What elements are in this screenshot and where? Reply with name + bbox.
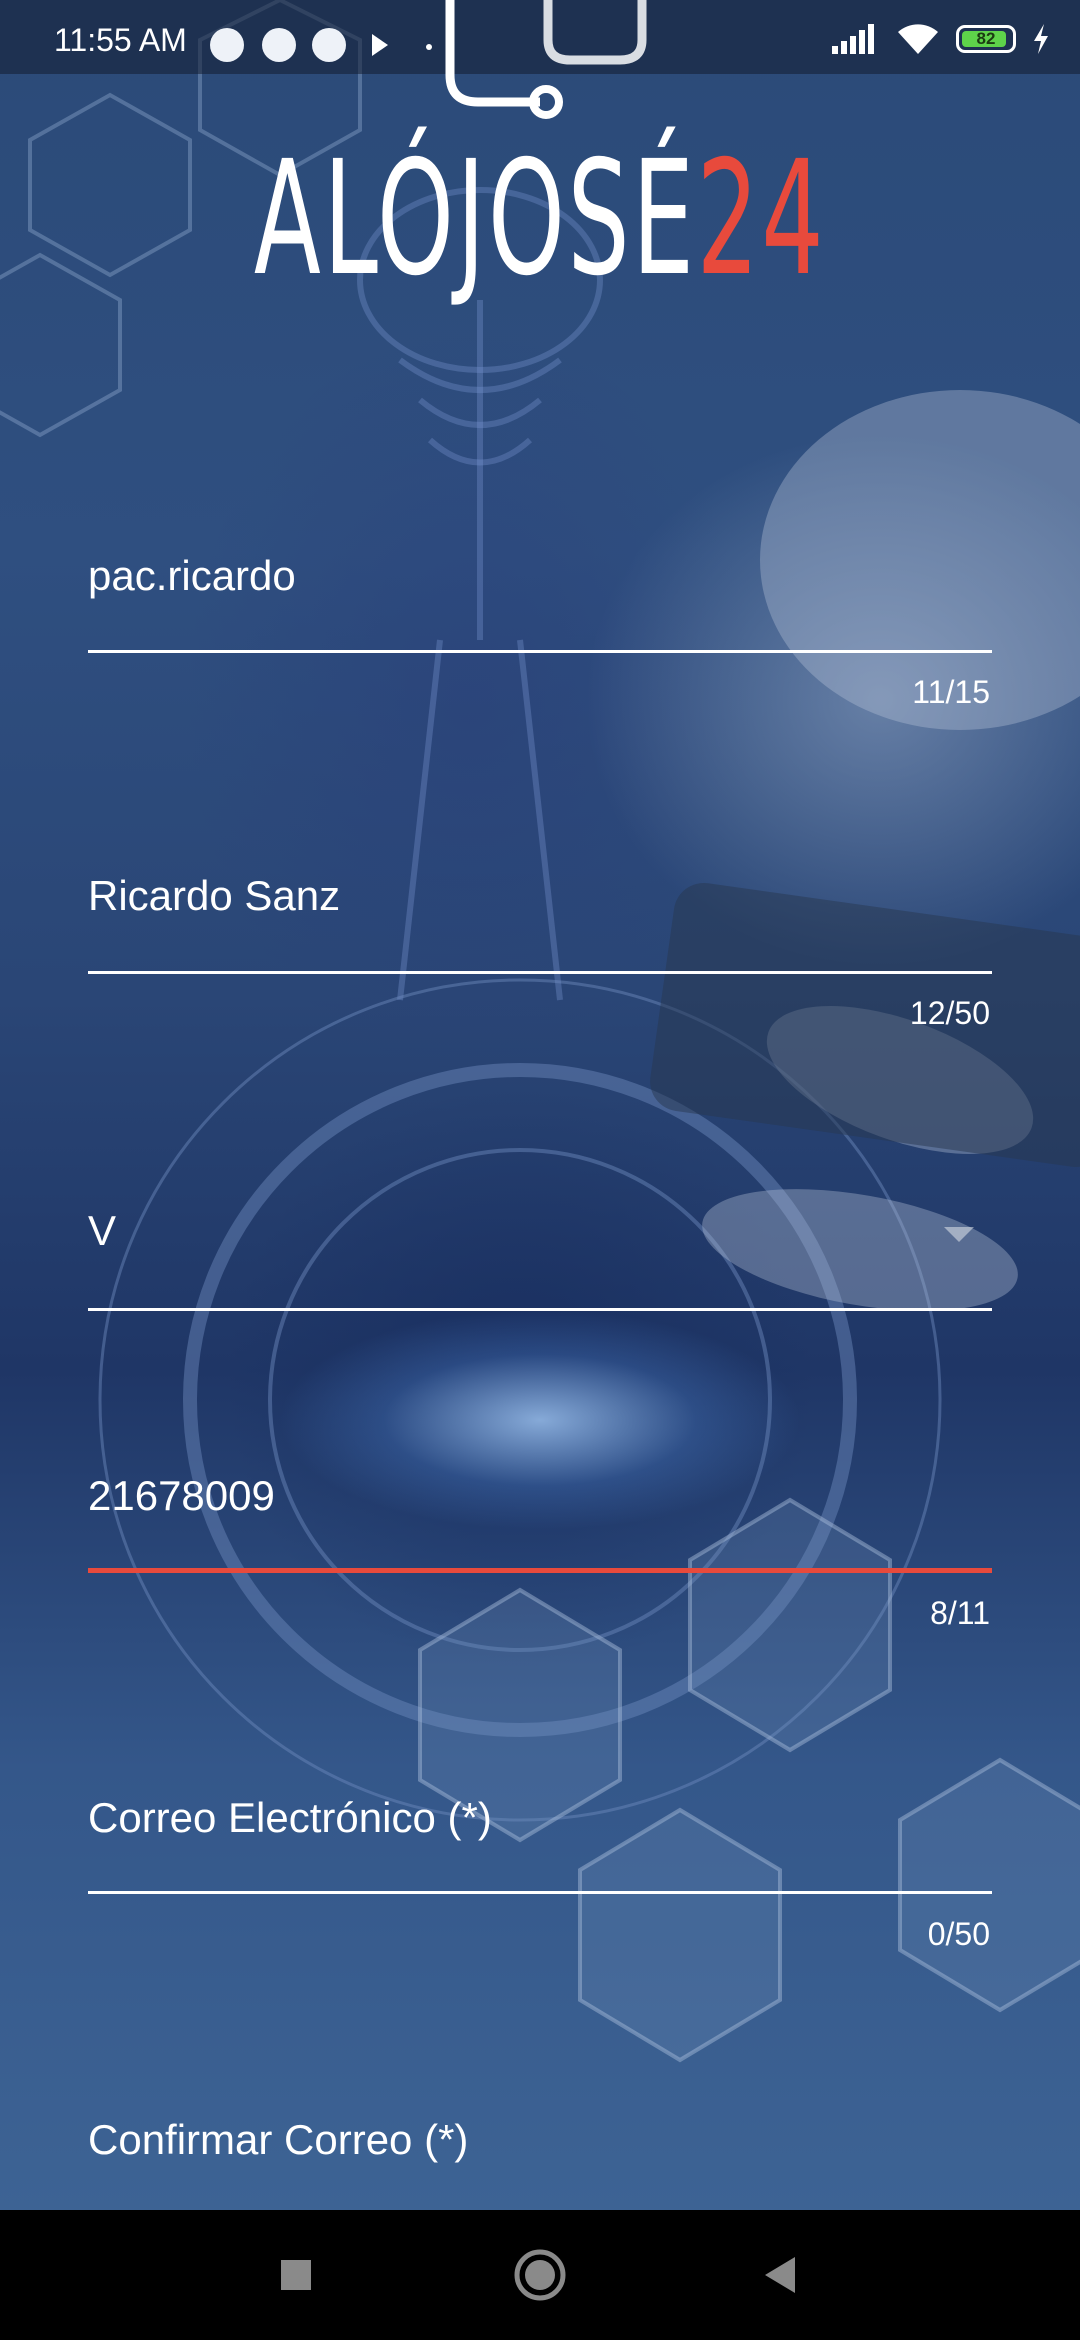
recents-button[interactable] xyxy=(216,2210,376,2340)
chevron-down-icon[interactable] xyxy=(944,1227,974,1242)
email-field[interactable]: Correo Electrónico (*) 0/50 xyxy=(88,1782,992,1957)
sync-app-icon xyxy=(312,28,346,62)
confirm-email-input-placeholder[interactable]: Confirmar Correo (*) xyxy=(88,2116,468,2164)
email-char-counter: 0/50 xyxy=(927,1916,990,1952)
logo-accent-text: 24 xyxy=(696,127,827,311)
id-number-char-counter: 8/11 xyxy=(930,1595,990,1631)
charging-icon xyxy=(1034,24,1048,54)
back-triangle-icon xyxy=(765,2257,795,2293)
full-name-underline xyxy=(88,971,992,974)
logo-main-text: ALÓJOSÉ xyxy=(253,127,697,311)
registration-screen: 11:55 AM 82 ALÓJOSÉ24 pac.ricardo 11/15 … xyxy=(0,0,1080,2340)
id-number-input[interactable]: 21678009 xyxy=(88,1472,275,1520)
play-store-icon xyxy=(372,34,388,56)
status-time: 11:55 AM xyxy=(54,22,187,58)
username-field[interactable]: pac.ricardo 11/15 xyxy=(88,540,992,710)
email-underline xyxy=(88,1891,992,1894)
full-name-field[interactable]: Ricardo Sanz 12/50 xyxy=(88,860,992,1031)
recents-square-icon xyxy=(281,2260,311,2290)
email-input-placeholder[interactable]: Correo Electrónico (*) xyxy=(88,1794,492,1842)
status-right-cluster: 82 xyxy=(830,22,1050,56)
username-underline xyxy=(88,650,992,653)
username-input[interactable]: pac.ricardo xyxy=(88,552,296,600)
wifi-icon xyxy=(898,24,938,54)
app-logo: ALÓJOSÉ24 xyxy=(205,140,875,298)
alarm-icon xyxy=(210,28,244,62)
full-name-char-counter: 12/50 xyxy=(909,995,990,1031)
id-type-dropdown[interactable]: V xyxy=(88,1195,992,1315)
notification-app-icon xyxy=(262,28,296,62)
id-type-underline xyxy=(88,1308,992,1311)
system-navigation-bar xyxy=(0,2210,1080,2340)
signal-icon xyxy=(832,24,874,54)
full-name-input[interactable]: Ricardo Sanz xyxy=(88,872,340,920)
confirm-email-field[interactable]: Confirmar Correo (*) xyxy=(88,2104,992,2204)
battery-icon: 82 xyxy=(956,25,1016,53)
home-button[interactable] xyxy=(460,2210,620,2340)
id-number-underline-focused xyxy=(88,1568,992,1573)
username-char-counter: 11/15 xyxy=(912,674,990,710)
back-button[interactable] xyxy=(700,2210,860,2340)
id-type-selected-value[interactable]: V xyxy=(88,1207,116,1255)
id-number-field[interactable]: 21678009 8/11 xyxy=(88,1460,992,1635)
home-circle-icon xyxy=(514,2249,566,2301)
battery-level: 82 xyxy=(976,29,996,48)
